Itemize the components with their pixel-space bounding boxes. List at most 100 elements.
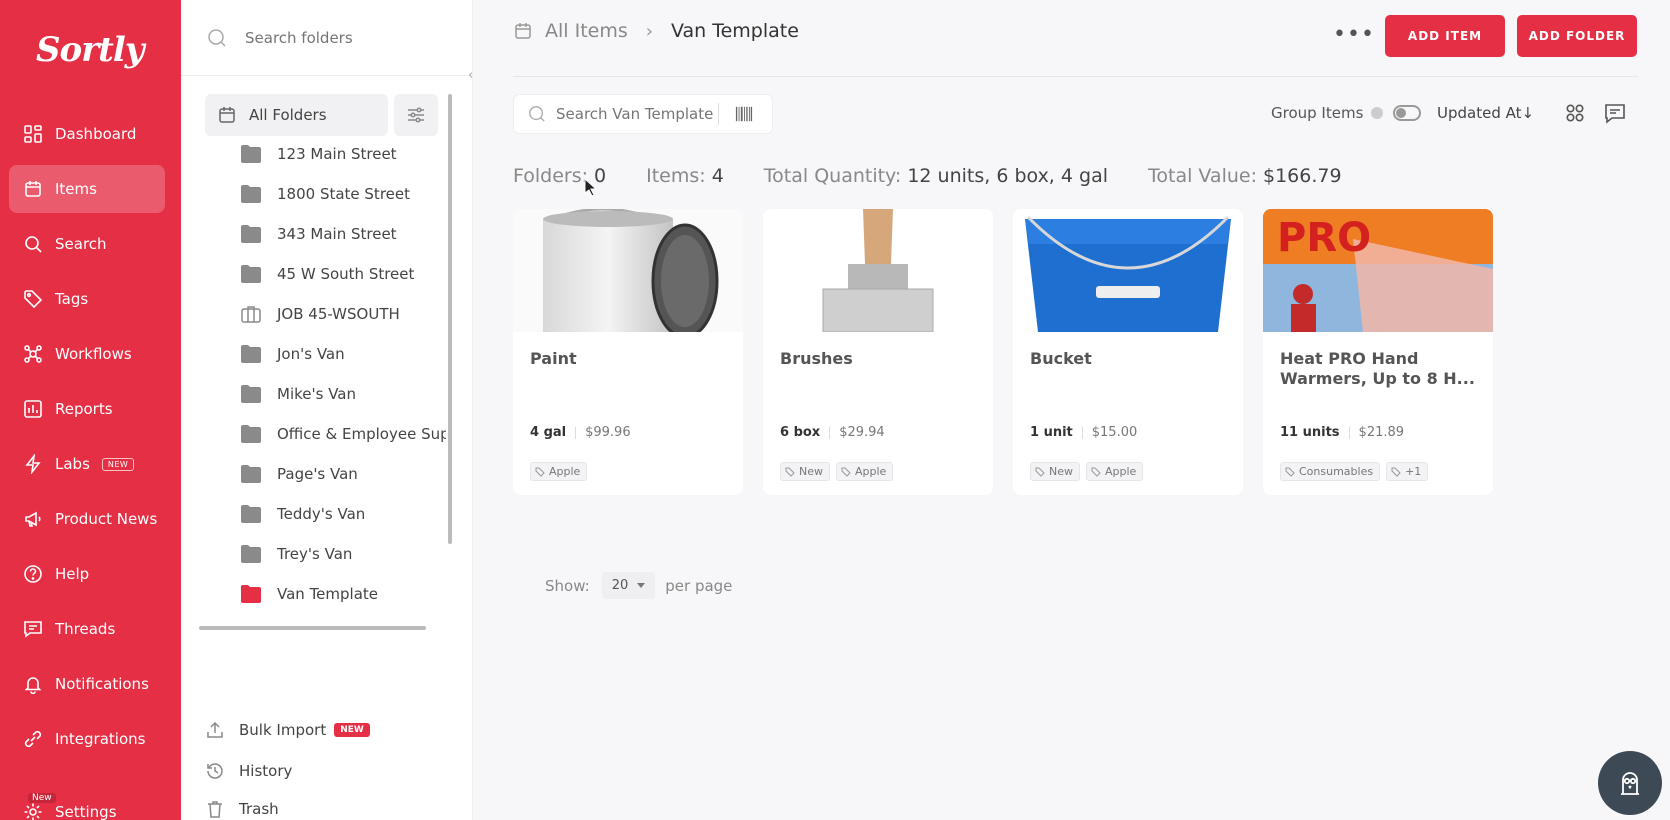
nav-item-search[interactable]: Search [9,220,165,268]
nav-item-product-news[interactable]: Product News [9,495,165,543]
folder-item[interactable]: Trey's Van [241,534,446,574]
folder-item[interactable]: 1800 State Street [241,174,446,214]
per-page-select[interactable]: 20 [601,572,656,599]
nav-item-reports[interactable]: Reports [9,385,165,433]
folder-item-selected[interactable]: Van Template [241,574,446,614]
new-badge: NEW [101,457,135,471]
comments-icon[interactable] [1604,102,1626,124]
add-folder-button[interactable]: ADD FOLDER [1517,15,1637,57]
item-card[interactable]: Paint 4 gal $99.96 Apple [513,209,743,495]
nav-item-notifications[interactable]: Notifications [9,660,165,708]
mouse-cursor-icon [584,178,596,196]
threads-icon [24,621,42,638]
page-title: Van Template [670,20,799,42]
bulk-import-link[interactable]: Bulk Import NEW [205,720,370,740]
labs-icon [25,454,41,474]
tag-chip: New [780,462,830,481]
sort-dropdown[interactable]: Updated At↓ [1437,104,1534,122]
tag-label: Apple [1105,465,1137,478]
folder-icon [241,425,261,443]
total-value-label: Total Value: [1148,165,1257,187]
item-quantity: 1 unit [1030,425,1073,440]
folder-item[interactable]: 45 W South Street [241,254,446,294]
item-name: Brushes [780,349,853,368]
item-card[interactable]: Bucket 1 unit $15.00 New Apple [1013,209,1243,495]
item-tags: Consumables +1 [1280,462,1434,481]
folder-item[interactable]: Mike's Van [241,374,446,414]
search-divider [718,103,719,125]
item-card[interactable]: Brushes 6 box $29.94 New Apple [763,209,993,495]
support-chat-button[interactable] [1598,751,1662,815]
folder-icon [241,265,261,283]
paintbrush-icon [822,209,934,332]
more-options-icon[interactable]: ••• [1333,22,1375,47]
nav-item-tags[interactable]: Tags [9,275,165,323]
folder-item[interactable]: JOB 45-WSOUTH [241,294,446,334]
tag-label: Apple [549,465,581,478]
workflows-icon [24,345,42,363]
history-link[interactable]: History [205,761,292,781]
folder-item[interactable]: Teddy's Van [241,494,446,534]
upload-icon [207,721,223,738]
add-item-button[interactable]: ADD ITEM [1385,15,1505,57]
nav-item-dashboard[interactable]: Dashboard [9,110,165,158]
folder-icon [241,225,261,243]
folder-filter-button[interactable] [394,94,438,136]
total-quantity-value: 12 units, 6 box, 4 gal [907,165,1108,187]
nav-item-help[interactable]: Help [9,550,165,598]
tag-icon [785,467,795,477]
bucket-image [1013,209,1243,332]
tag-label: Consumables [1299,465,1374,478]
folder-item[interactable]: 343 Main Street [241,214,446,254]
help-icon[interactable] [1371,107,1384,119]
items-count-value: 4 [711,165,724,187]
trash-icon [208,801,222,818]
folder-item[interactable]: Jon's Van [241,334,446,374]
nav-item-threads[interactable]: Threads [9,605,165,653]
barcode-icon[interactable] [735,105,753,123]
folder-search-input[interactable] [245,28,445,47]
trash-label: Trash [239,800,279,818]
folder-label: Van Template [277,585,379,603]
gear-icon [24,803,42,820]
trash-link[interactable]: Trash [205,799,279,819]
folder-vertical-scrollbar[interactable] [448,94,452,544]
folder-summary: Folders: 0 Items: 4 Total Quantity: 12 u… [513,165,1382,187]
group-items-label: Group Items [1271,104,1364,122]
tag-label: Apple [855,465,887,478]
group-items-control: Group Items [1271,104,1422,122]
folder-label: Office & Employee Suppli [277,425,446,443]
item-search-input[interactable] [556,105,718,123]
folder-horizontal-scrollbar[interactable] [199,626,426,630]
item-card[interactable]: PRO Heat PRO Hand Warmers, Up to 8 H... … [1263,209,1493,495]
reports-icon [24,400,42,418]
folder-label: Trey's Van [277,545,353,563]
nav-item-items[interactable]: Items [9,165,165,213]
breadcrumb-all-items[interactable]: All Items [545,20,628,42]
search-icon [529,106,545,122]
collapse-panel-icon[interactable]: ‹ [468,68,480,84]
nav-item-workflows[interactable]: Workflows [9,330,165,378]
folder-icon [241,585,261,603]
dashboard-icon [24,125,42,143]
nav-item-integrations[interactable]: Integrations [9,715,165,763]
items-icon [219,107,235,123]
grid-view-icon[interactable] [1564,102,1586,124]
folder-item[interactable]: Page's Van [241,454,446,494]
group-items-toggle[interactable] [1393,105,1422,121]
nav-item-labs[interactable]: Labs NEW [9,440,165,488]
folder-icon [241,465,261,483]
sortly-logo[interactable]: Sortly [36,30,145,70]
total-quantity-label: Total Quantity: [763,165,902,187]
item-quantity-price: 6 box $29.94 [780,425,885,440]
tag-icon [1285,467,1295,477]
items-count-label: Items: [646,165,706,187]
folder-item[interactable]: Office & Employee Suppli [241,414,446,454]
paint-can-image [513,209,743,332]
separator [1348,426,1350,439]
product-package-icon: PRO [1263,209,1493,332]
all-folders-button[interactable]: All Folders [205,94,388,136]
item-quantity-price: 4 gal $99.96 [530,425,631,440]
folder-item[interactable]: 123 Main Street [241,134,446,174]
separator [575,426,577,439]
